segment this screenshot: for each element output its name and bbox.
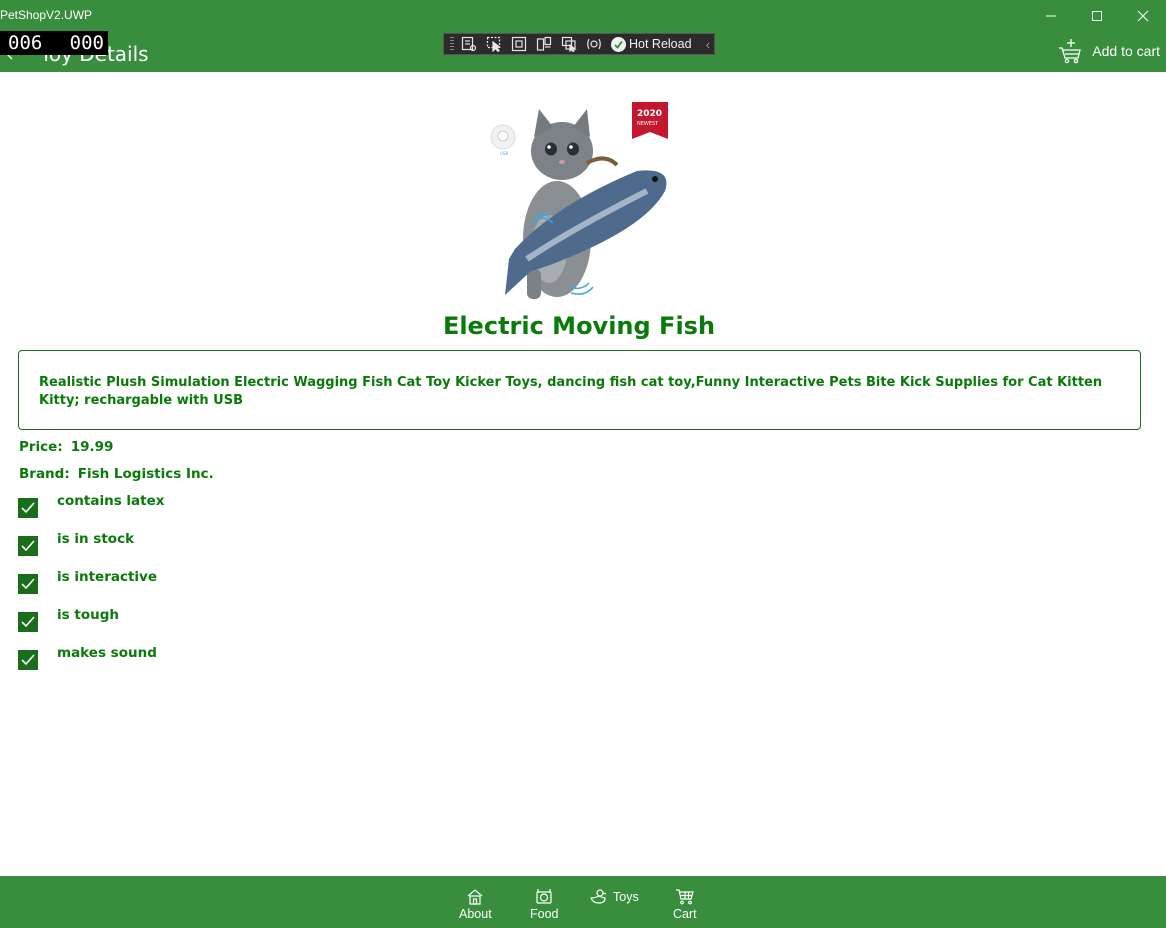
xaml-debug-toolbar: Hot Reload ‹ [443, 33, 715, 55]
close-window-button[interactable] [1120, 0, 1166, 32]
accessibility-checker-button[interactable] [585, 36, 603, 52]
checkmark-icon [21, 616, 35, 628]
feature-in-stock: is in stock [18, 531, 134, 556]
toolbar-grip[interactable] [450, 37, 454, 51]
track-focused-element-button[interactable] [535, 36, 553, 52]
feature-interactive: is interactive [18, 569, 157, 594]
nav-label-cart: Cart [673, 907, 697, 921]
nav-item-food[interactable]: Food [530, 888, 559, 921]
feature-contains-latex: contains latex [18, 493, 164, 518]
add-cart-icon [1059, 39, 1082, 64]
layout-adorner-icon [511, 36, 527, 52]
feature-label: is tough [57, 607, 119, 623]
product-name: Electric Moving Fish [442, 312, 716, 340]
hot-reload-label: Hot Reload [629, 37, 692, 51]
price-label: Price: [19, 439, 63, 455]
product-description-box: Realistic Plush Simulation Electric Wagg… [18, 350, 1141, 430]
hot-reload-status[interactable]: Hot Reload [611, 36, 692, 52]
product-description: Realistic Plush Simulation Electric Wagg… [39, 375, 1103, 408]
svg-text:USB: USB [500, 151, 508, 156]
bottom-nav-bar: About Food Toys Cart [0, 876, 1166, 928]
select-element-button[interactable] [485, 36, 503, 52]
window-controls [1028, 0, 1166, 32]
feature-checkbox[interactable] [18, 498, 38, 518]
price-value: 19.99 [70, 439, 114, 455]
food-bowl-icon [536, 889, 552, 904]
nav-item-cart[interactable]: Cart [673, 888, 697, 921]
toy-duck-icon [590, 889, 607, 904]
live-visual-tree-button[interactable] [460, 36, 478, 52]
feature-label: is in stock [57, 531, 135, 547]
add-to-cart-label: Add to cart [1092, 43, 1160, 59]
frame-rate-counter: 006 000 [0, 31, 108, 55]
minimize-button[interactable] [1028, 0, 1074, 32]
checkmark-icon [21, 540, 35, 552]
nav-item-toys[interactable]: Toys [589, 888, 639, 905]
home-icon [467, 889, 483, 905]
add-to-cart-button[interactable]: Add to cart [1058, 38, 1160, 64]
select-element-icon [486, 36, 501, 52]
price-row: Price: 19.99 [19, 439, 113, 455]
checkmark-icon [21, 502, 35, 514]
feature-label: is interactive [57, 569, 158, 585]
brand-row: Brand: Fish Logistics Inc. [19, 466, 214, 482]
badge-text: NEWEST [637, 121, 659, 127]
maximize-button[interactable] [1074, 0, 1120, 32]
window-title: PetShopV2.UWP [0, 8, 93, 22]
feature-checkbox[interactable] [18, 612, 38, 632]
nav-label-about: About [459, 907, 492, 921]
feature-checkbox[interactable] [18, 536, 38, 556]
badge-year: 2020 [637, 109, 662, 119]
collapse-toolbar-chevron-icon[interactable]: ‹ [706, 37, 710, 52]
cart-icon [675, 889, 694, 905]
nav-label-toys: Toys [613, 889, 639, 904]
feature-tough: is tough [18, 607, 119, 632]
nav-item-about[interactable]: About [459, 888, 492, 921]
brand-value: Fish Logistics Inc. [77, 466, 214, 482]
accessibility-icon [587, 38, 601, 50]
close-icon [1137, 10, 1149, 22]
hot-reload-check-icon [611, 36, 626, 52]
feature-makes-sound: makes sound [18, 645, 157, 670]
visual-tree-icon [461, 36, 477, 52]
feature-label: makes sound [57, 645, 157, 661]
checkmark-icon [21, 578, 35, 590]
nav-label-food: Food [530, 907, 559, 921]
maximize-icon [1092, 11, 1102, 21]
fps-counter-right: 000 [69, 32, 104, 54]
track-focus-icon [536, 36, 552, 51]
fps-counter-left: 006 [8, 32, 43, 54]
feature-checkbox[interactable] [18, 574, 38, 594]
checkmark-icon [21, 654, 35, 666]
brand-label: Brand: [19, 466, 70, 482]
minimize-icon [1046, 15, 1056, 17]
feature-checkbox[interactable] [18, 650, 38, 670]
binding-failures-button[interactable] [560, 36, 578, 52]
binding-failures-icon [561, 36, 577, 52]
feature-label: contains latex [57, 493, 165, 509]
display-layout-adorners-button[interactable] [510, 36, 528, 52]
product-image: USB 2020 NEWEST [490, 102, 668, 299]
